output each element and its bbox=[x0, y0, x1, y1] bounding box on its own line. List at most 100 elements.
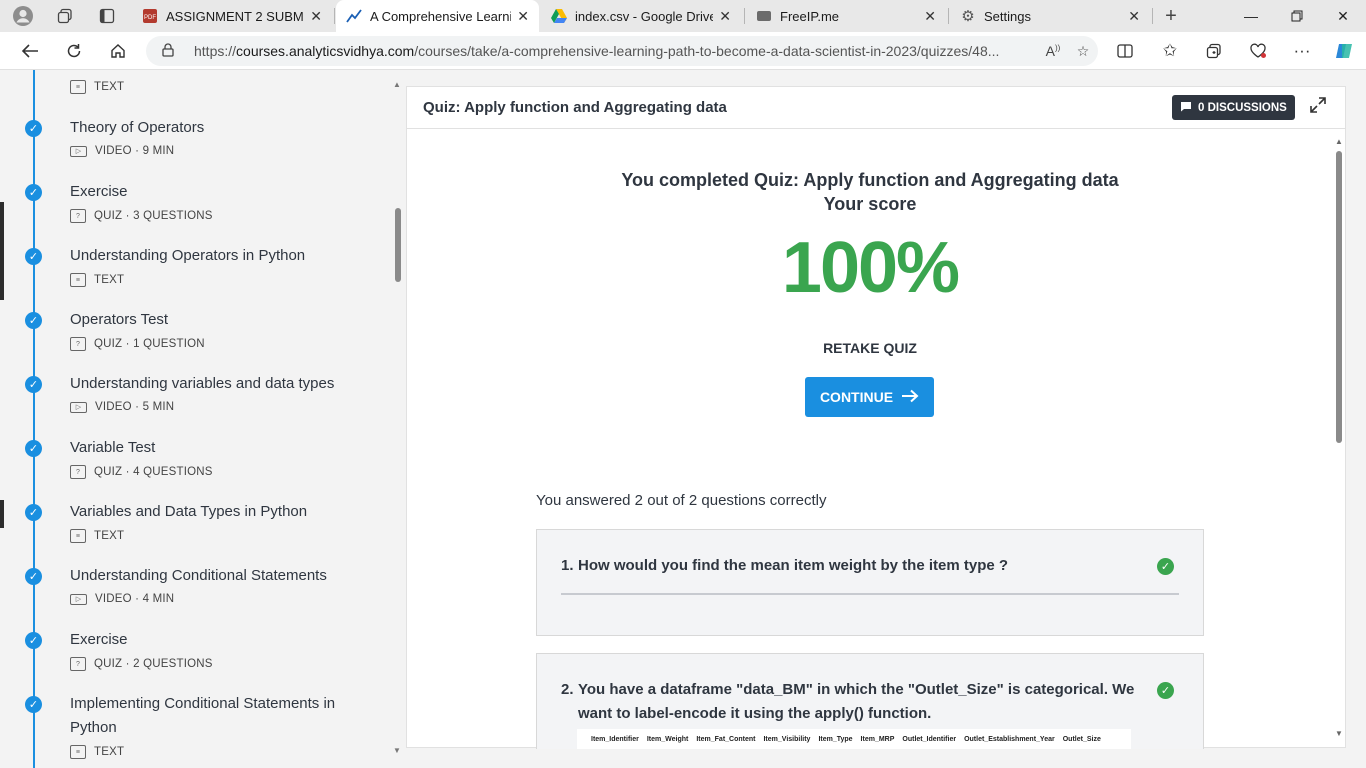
video-icon: ▷ bbox=[70, 145, 87, 157]
course-outline-sidebar: ✓ ≡ TEXT ✓ Theory of Operators ▷ VIDEO ·… bbox=[0, 70, 404, 768]
tab-settings[interactable]: ⚙ Settings ✕ bbox=[950, 0, 1150, 32]
scroll-up-arrow-icon[interactable]: ▲ bbox=[1335, 137, 1343, 146]
question-number: 2. bbox=[561, 681, 574, 698]
continue-label: CONTINUE bbox=[819, 389, 894, 405]
browser-essentials-icon[interactable] bbox=[1243, 37, 1273, 65]
lesson-item[interactable]: ✓ Theory of Operators ▷ VIDEO · 9 MIN bbox=[0, 116, 390, 180]
scroll-down-arrow-icon[interactable]: ▼ bbox=[393, 746, 401, 755]
collections-icon[interactable] bbox=[1199, 37, 1229, 65]
lesson-title[interactable]: Implementing Conditional Statements in P… bbox=[70, 692, 370, 740]
lock-icon[interactable] bbox=[162, 42, 180, 60]
lesson-meta: ? QUIZ · 3 QUESTIONS bbox=[70, 209, 213, 223]
close-tab-icon[interactable]: ✕ bbox=[517, 8, 529, 25]
favorites-icon[interactable]: ✩ bbox=[1155, 37, 1185, 65]
correct-check-icon: ✓ bbox=[1157, 682, 1174, 699]
table-column-header: Item_Type bbox=[818, 735, 853, 743]
lesson-title[interactable]: Exercise bbox=[70, 180, 370, 204]
question-number: 1. bbox=[561, 557, 574, 574]
svg-text:PDF: PDF bbox=[144, 15, 156, 21]
tab-comprehensive-learning[interactable]: A Comprehensive Learning ✕ bbox=[336, 0, 539, 32]
tab-divider bbox=[744, 8, 745, 24]
lesson-meta: ▷ VIDEO · 9 MIN bbox=[70, 145, 174, 157]
lesson-item[interactable]: ✓ Variables and Data Types in Python ≡ T… bbox=[0, 500, 390, 564]
tab-freeip[interactable]: FreeIP.me ✕ bbox=[746, 0, 946, 32]
restore-icon[interactable] bbox=[1274, 0, 1320, 32]
quiz-title: Quiz: Apply function and Aggregating dat… bbox=[423, 99, 727, 116]
url-scheme: https:// bbox=[194, 43, 237, 59]
completed-check-icon: ✓ bbox=[25, 248, 42, 265]
new-tab-icon[interactable]: + bbox=[1158, 4, 1184, 28]
lesson-item[interactable]: ✓ Operators Test ? QUIZ · 1 QUESTION bbox=[0, 308, 390, 372]
quiz-icon: ? bbox=[70, 465, 86, 479]
favorite-star-icon[interactable]: ☆ bbox=[1068, 43, 1098, 60]
read-aloud-icon[interactable]: A)) bbox=[1038, 43, 1068, 59]
sidebar-scrollbar[interactable]: ▲ ▼ bbox=[390, 70, 404, 768]
tab-google-drive[interactable]: index.csv - Google Drive ✕ bbox=[541, 0, 741, 32]
arrow-right-icon bbox=[901, 387, 919, 408]
close-tab-icon[interactable]: ✕ bbox=[719, 8, 731, 25]
minimize-icon[interactable]: — bbox=[1228, 0, 1274, 32]
text-lesson-icon: ≡ bbox=[70, 80, 86, 94]
pdf-icon: PDF bbox=[142, 8, 158, 24]
lesson-meta-text: TEXT bbox=[94, 530, 125, 542]
tab-title: ASSIGNMENT 2 SUBMISSI bbox=[166, 8, 304, 24]
completed-check-icon: ✓ bbox=[25, 120, 42, 137]
lesson-title[interactable]: Theory of Operators bbox=[70, 116, 370, 140]
question-card[interactable]: 2. You have a dataframe "data_BM" in whi… bbox=[536, 653, 1204, 749]
more-options-icon[interactable]: ··· bbox=[1287, 37, 1317, 65]
lesson-meta-text: TEXT bbox=[94, 274, 125, 286]
close-tab-icon[interactable]: ✕ bbox=[924, 8, 936, 25]
question-card[interactable]: 1. How would you find the mean item weig… bbox=[536, 529, 1204, 636]
tab-assignment-pdf[interactable]: PDF ASSIGNMENT 2 SUBMISSI ✕ bbox=[132, 0, 332, 32]
main-scroll-thumb[interactable] bbox=[1336, 151, 1342, 443]
lesson-item[interactable]: ✓ Understanding Operators in Python ≡ TE… bbox=[0, 244, 390, 308]
scroll-up-arrow-icon[interactable]: ▲ bbox=[393, 80, 401, 89]
completed-message: You completed Quiz: Apply function and A… bbox=[621, 170, 1119, 190]
completed-check-icon: ✓ bbox=[25, 568, 42, 585]
retake-quiz-link[interactable]: RETAKE QUIZ bbox=[407, 340, 1333, 356]
browser-toolbar: https://courses.analyticsvidhya.com/cour… bbox=[0, 32, 1366, 70]
lesson-title[interactable]: Understanding variables and data types bbox=[70, 372, 370, 396]
profile-avatar-icon[interactable] bbox=[10, 4, 36, 28]
close-tab-icon[interactable]: ✕ bbox=[1128, 8, 1140, 25]
refresh-icon[interactable] bbox=[59, 37, 89, 65]
lesson-title[interactable]: Operators Test bbox=[70, 308, 370, 332]
sidebar-scroll-thumb[interactable] bbox=[395, 208, 401, 282]
lesson-item[interactable]: ✓ Understanding variables and data types… bbox=[0, 372, 390, 436]
tab-actions-icon[interactable] bbox=[94, 4, 120, 28]
lesson-title[interactable]: Variables and Data Types in Python bbox=[70, 500, 370, 524]
lesson-item[interactable]: ✓ Implementing Conditional Statements in… bbox=[0, 692, 390, 768]
address-bar[interactable]: https://courses.analyticsvidhya.com/cour… bbox=[146, 36, 1098, 66]
lesson-title[interactable]: Variable Test bbox=[70, 436, 370, 460]
table-column-header: Item_Fat_Content bbox=[696, 735, 756, 743]
lesson-item[interactable]: ✓ Variable Test ? QUIZ · 4 QUESTIONS bbox=[0, 436, 390, 500]
lesson-title[interactable]: Understanding Conditional Statements bbox=[70, 564, 370, 588]
main-scrollbar[interactable]: ▲ ▼ bbox=[1333, 137, 1345, 747]
lesson-item[interactable]: ✓ ≡ TEXT bbox=[0, 70, 390, 102]
url-text[interactable]: https://courses.analyticsvidhya.com/cour… bbox=[194, 43, 1038, 59]
lesson-item[interactable]: ✓ Exercise ? QUIZ · 3 QUESTIONS bbox=[0, 180, 390, 244]
home-icon[interactable] bbox=[103, 37, 133, 65]
lesson-item[interactable]: ✓ Understanding Conditional Statements ▷… bbox=[0, 564, 390, 628]
lesson-meta-text: QUIZ · 1 QUESTION bbox=[94, 338, 205, 350]
split-screen-icon[interactable] bbox=[1110, 37, 1140, 65]
scroll-down-arrow-icon[interactable]: ▼ bbox=[1335, 729, 1343, 738]
close-tab-icon[interactable]: ✕ bbox=[310, 8, 322, 25]
lesson-meta-text: VIDEO · 9 MIN bbox=[95, 145, 175, 157]
lesson-meta: ≡ TEXT bbox=[70, 529, 124, 543]
lesson-item[interactable]: ✓ Exercise ? QUIZ · 2 QUESTIONS bbox=[0, 628, 390, 692]
close-window-icon[interactable]: ✕ bbox=[1320, 0, 1366, 32]
quiz-icon: ? bbox=[70, 657, 86, 671]
expand-icon[interactable] bbox=[1309, 96, 1327, 119]
completed-check-icon: ✓ bbox=[25, 312, 42, 329]
copilot-icon[interactable] bbox=[1329, 37, 1359, 65]
workspaces-icon[interactable] bbox=[52, 4, 78, 28]
continue-button[interactable]: CONTINUE bbox=[805, 377, 934, 417]
lesson-title[interactable]: Understanding Operators in Python bbox=[70, 244, 370, 268]
back-arrow-icon[interactable] bbox=[15, 37, 45, 65]
text-lesson-icon: ≡ bbox=[70, 273, 86, 287]
lesson-meta: ? QUIZ · 1 QUESTION bbox=[70, 337, 205, 351]
discussions-button[interactable]: 0 DISCUSSIONS bbox=[1172, 95, 1295, 120]
lesson-meta: ▷ VIDEO · 4 MIN bbox=[70, 593, 174, 605]
lesson-title[interactable]: Exercise bbox=[70, 628, 370, 652]
